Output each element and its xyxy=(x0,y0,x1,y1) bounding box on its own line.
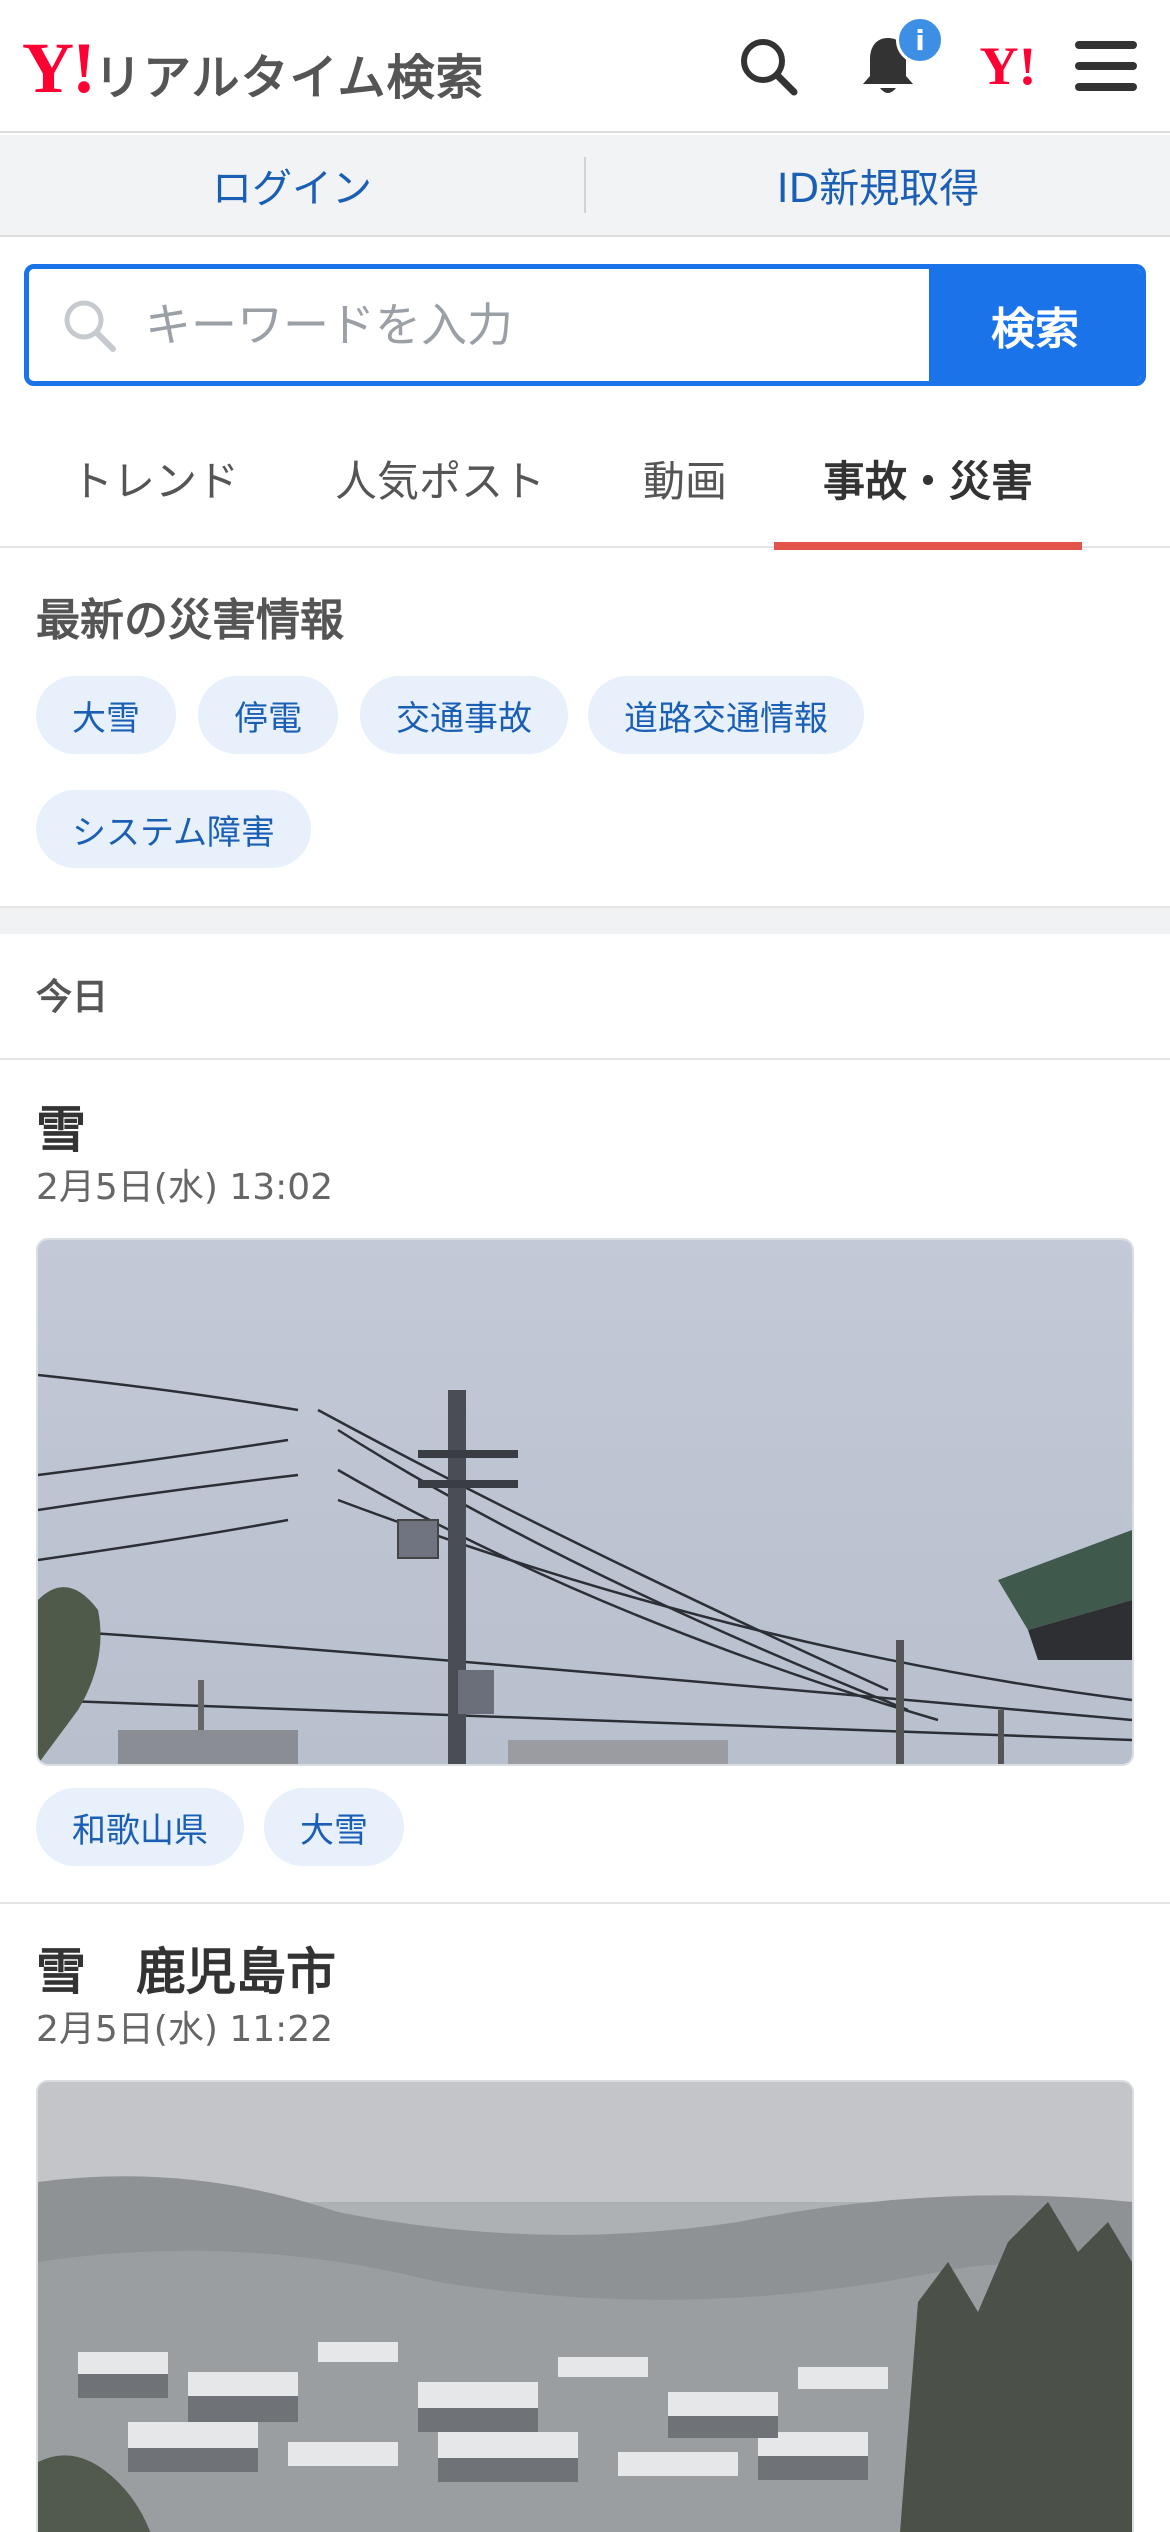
search-form: 検索 xyxy=(24,264,1146,386)
post-tag[interactable]: 大雪 xyxy=(264,1788,404,1866)
login-bar: ログイン ID新規取得 xyxy=(0,135,1170,237)
register-link[interactable]: ID新規取得 xyxy=(586,156,1170,214)
post-tag[interactable]: 和歌山県 xyxy=(36,1788,244,1866)
disaster-chip[interactable]: 道路交通情報 xyxy=(588,676,864,754)
logo-mark: Y! xyxy=(22,28,96,108)
search-icon[interactable] xyxy=(730,28,806,104)
login-link[interactable]: ログイン xyxy=(0,156,584,214)
day-label: 今日 xyxy=(36,977,109,1018)
post-title[interactable]: 雪 鹿児島市 xyxy=(36,1932,336,2004)
yahoo-mark: Y! xyxy=(979,36,1037,96)
post-image[interactable] xyxy=(36,1238,1134,1766)
yahoo-realtime-logo[interactable]: Y! リアルタイム検索 xyxy=(22,28,485,108)
disaster-info-title: 最新の災害情報 xyxy=(36,595,344,646)
post-timestamp: 2月5日(水) 11:22 xyxy=(36,2009,334,2050)
divider xyxy=(0,1058,1170,1060)
tab-trend[interactable]: トレンド xyxy=(40,408,270,548)
notification-badge: i xyxy=(896,16,944,64)
tab-videos[interactable]: 動画 xyxy=(610,408,760,548)
search-field-icon xyxy=(64,300,116,352)
hamburger-menu-icon[interactable] xyxy=(1068,28,1144,104)
logo-text: リアルタイム検索 xyxy=(93,50,485,106)
post-timestamp: 2月5日(水) 13:02 xyxy=(36,1167,334,1208)
tab-accidents-disasters[interactable]: 事故・災害 xyxy=(774,408,1082,550)
divider xyxy=(0,1902,1170,1904)
disaster-chip[interactable]: 停電 xyxy=(198,676,338,754)
search-input[interactable] xyxy=(145,298,905,352)
post-image[interactable] xyxy=(36,2080,1134,2532)
app-header: Y! リアルタイム検索 i Y! xyxy=(0,0,1170,133)
yahoo-japan-icon[interactable]: Y! xyxy=(966,28,1050,104)
post-title[interactable]: 雪 xyxy=(36,1090,86,1162)
disaster-chip[interactable]: 交通事故 xyxy=(360,676,568,754)
disaster-chip[interactable]: 大雪 xyxy=(36,676,176,754)
category-tabs: トレンド 人気ポスト 動画 事故・災害 xyxy=(0,408,1170,550)
search-field xyxy=(29,269,929,381)
tab-popular-posts[interactable]: 人気ポスト xyxy=(310,408,570,548)
disaster-chip[interactable]: システム障害 xyxy=(36,790,311,868)
search-button[interactable]: 検索 xyxy=(929,269,1141,381)
section-divider xyxy=(0,906,1170,934)
